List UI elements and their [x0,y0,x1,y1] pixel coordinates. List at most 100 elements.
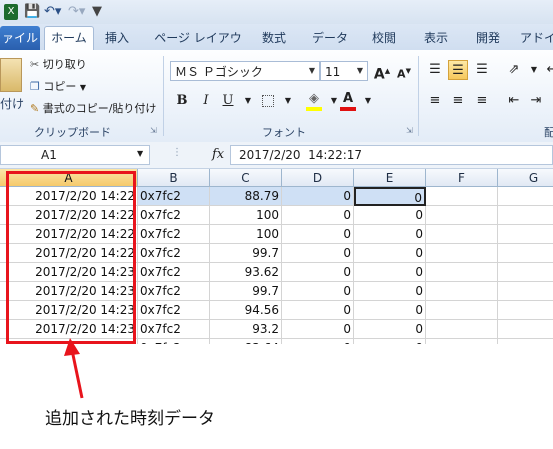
tab-data[interactable]: データ [308,27,352,49]
decrease-indent-icon[interactable]: ⇤ [504,91,524,111]
cell-c3[interactable]: 100 [210,225,282,244]
font-color-button[interactable]: A [338,89,358,111]
cell-e6[interactable]: 0 [354,282,426,301]
align-left-icon[interactable]: ≡ [425,91,445,111]
cell-g1[interactable] [498,187,553,206]
dialog-launcher-icon[interactable]: ⇲ [150,126,157,135]
cell-d9[interactable]: 0 [282,339,354,344]
tab-developer[interactable]: 開発 [470,27,506,49]
cell-e9[interactable]: 0 [354,339,426,344]
wrap-text-icon[interactable]: ↩ [542,60,553,80]
chevron-down-icon[interactable]: ▼ [524,60,544,80]
cell-d6[interactable]: 0 [282,282,354,301]
cell-b4[interactable]: 0x7fc2 [138,244,210,263]
chevron-down-icon[interactable]: ▼ [278,91,298,111]
cell-g3[interactable] [498,225,553,244]
tab-formulas[interactable]: 数式 [256,27,292,49]
cell-f2[interactable] [426,206,498,225]
tab-view[interactable]: 表示 [418,27,454,49]
tab-home[interactable]: ホーム [44,26,94,51]
cell-d1[interactable]: 0 [282,187,354,206]
font-size-combo[interactable]: 11 ▼ [320,61,368,81]
undo-icon[interactable]: ↶▾ [44,4,61,20]
copy-button[interactable]: ❐ コピー ▼ [30,78,86,96]
align-right-icon[interactable]: ≡ [472,91,492,111]
font-name-combo[interactable]: ＭＳ Ｐゴシック ▼ [170,61,320,81]
cell-e7[interactable]: 0 [354,301,426,320]
tab-review[interactable]: 校閲 [366,27,402,49]
cell-c6[interactable]: 99.7 [210,282,282,301]
cell-g2[interactable] [498,206,553,225]
cell-c9[interactable]: 83.64 [210,339,282,344]
column-header-e[interactable]: E [354,169,426,187]
cell-e5[interactable]: 0 [354,263,426,282]
cell-d5[interactable]: 0 [282,263,354,282]
orientation-icon[interactable]: ⇗ [504,60,524,80]
cell-d4[interactable]: 0 [282,244,354,263]
tab-file[interactable]: ァイル [0,26,40,50]
column-header-f[interactable]: F [426,169,498,187]
cell-f3[interactable] [426,225,498,244]
cell-g8[interactable] [498,320,553,339]
align-center-icon[interactable]: ≡ [448,91,468,111]
italic-button[interactable]: I [196,91,216,111]
cell-g9[interactable] [498,339,553,344]
borders-icon[interactable] [258,91,278,111]
bold-button[interactable]: B [172,91,192,111]
column-header-g[interactable]: G [498,169,553,187]
cell-b6[interactable]: 0x7fc2 [138,282,210,301]
cell-f4[interactable] [426,244,498,263]
cell-d2[interactable]: 0 [282,206,354,225]
dialog-launcher-icon[interactable]: ⇲ [406,126,413,135]
formula-input[interactable]: 2017/2/20 14:22:17 [230,145,553,165]
cell-f9[interactable] [426,339,498,344]
grow-font-button[interactable]: A▲ [372,61,392,83]
tab-addins[interactable]: アドイ [518,27,553,49]
cut-button[interactable]: ✂ 切り取り [30,56,87,74]
chevron-down-icon[interactable]: ▼ [238,91,258,111]
fill-color-icon[interactable]: ◈ [304,89,324,111]
align-bottom-icon[interactable]: ☰ [472,60,492,80]
cell-f6[interactable] [426,282,498,301]
column-header-c[interactable]: C [210,169,282,187]
cell-c4[interactable]: 99.7 [210,244,282,263]
cell-e2[interactable]: 0 [354,206,426,225]
cell-e3[interactable]: 0 [354,225,426,244]
resize-handle-icon[interactable]: ⋮ [172,147,182,158]
cell-d8[interactable]: 0 [282,320,354,339]
excel-app-icon[interactable]: X [4,4,18,20]
cell-b7[interactable]: 0x7fc2 [138,301,210,320]
underline-button[interactable]: U [218,91,238,111]
cell-g6[interactable] [498,282,553,301]
name-box[interactable]: A1 ▼ [0,145,150,165]
column-header-d[interactable]: D [282,169,354,187]
cell-f1[interactable] [426,187,498,206]
cell-b2[interactable]: 0x7fc2 [138,206,210,225]
cell-d7[interactable]: 0 [282,301,354,320]
cell-f7[interactable] [426,301,498,320]
cell-b8[interactable]: 0x7fc2 [138,320,210,339]
cell-d3[interactable]: 0 [282,225,354,244]
cell-f5[interactable] [426,263,498,282]
insert-function-button[interactable]: fx [212,147,224,162]
cell-c7[interactable]: 94.56 [210,301,282,320]
cell-c8[interactable]: 93.2 [210,320,282,339]
cell-c5[interactable]: 93.62 [210,263,282,282]
paste-icon[interactable] [0,58,22,92]
cell-e1[interactable]: 0 [354,187,426,206]
cell-b3[interactable]: 0x7fc2 [138,225,210,244]
cell-e8[interactable]: 0 [354,320,426,339]
cell-g4[interactable] [498,244,553,263]
tab-page-layout[interactable]: ページ レイアウト [150,27,246,67]
increase-indent-icon[interactable]: ⇥ [526,91,546,111]
cell-b5[interactable]: 0x7fc2 [138,263,210,282]
align-top-icon[interactable]: ☰ [425,60,445,80]
cell-g7[interactable] [498,301,553,320]
shrink-font-button[interactable]: A▼ [394,61,414,81]
column-header-b[interactable]: B [138,169,210,187]
cell-e4[interactable]: 0 [354,244,426,263]
save-icon[interactable]: 💾 [24,4,40,20]
chevron-down-icon[interactable]: ▼ [358,91,378,111]
redo-icon[interactable]: ↷▾ [68,4,85,20]
customize-qat-icon[interactable]: ▼ [92,4,102,20]
